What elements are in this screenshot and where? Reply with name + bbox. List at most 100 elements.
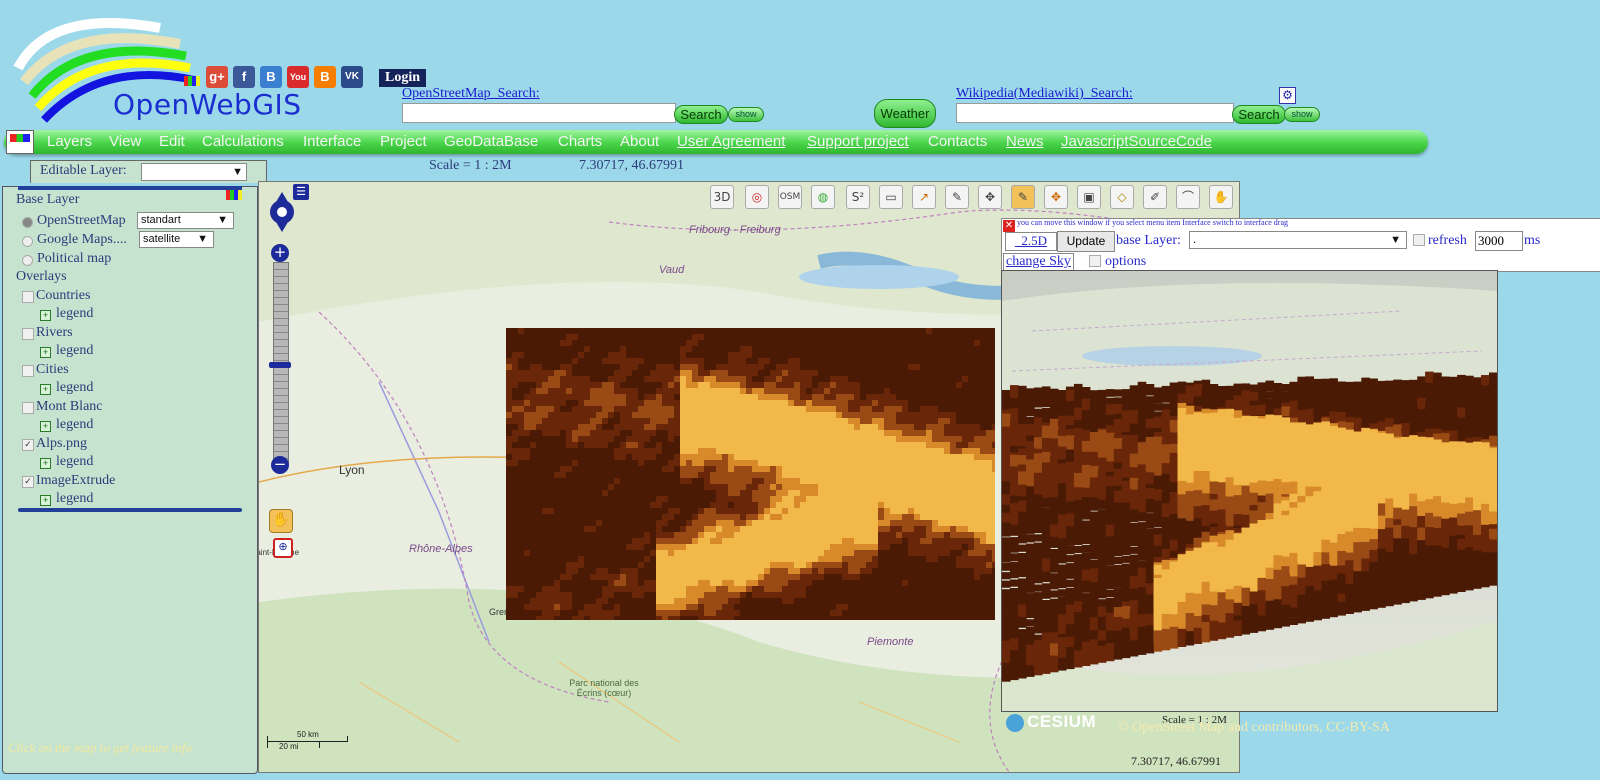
youtube-icon[interactable]: You xyxy=(287,66,309,88)
wiki-show-button[interactable]: show xyxy=(1284,107,1320,122)
cesium-3d-view[interactable] xyxy=(1001,270,1498,712)
measure-area-tool-icon[interactable]: ↗ xyxy=(912,185,936,209)
overlay-montblanc-label[interactable]: Mont Blanc xyxy=(36,399,103,415)
overlay-countries-label[interactable]: Countries xyxy=(36,288,90,304)
vk-icon[interactable]: VK xyxy=(341,66,363,88)
overlay-imageextrude-legend[interactable]: legend xyxy=(56,491,93,507)
expand-plus-icon[interactable]: + xyxy=(40,347,51,358)
overlay-montblanc-legend[interactable]: legend xyxy=(56,417,93,433)
wiki-search-link[interactable]: Wikipedia(Mediawiki)_Search: xyxy=(956,86,1133,102)
menu-logo-icon[interactable] xyxy=(6,130,34,154)
ruler-tool-icon[interactable]: ▭ xyxy=(879,185,903,209)
overlay-countries-checkbox[interactable] xyxy=(22,291,34,303)
login-button[interactable]: Login xyxy=(379,69,427,87)
map-coords: 7.30717, 46.67991 xyxy=(1131,754,1221,768)
zoom-in-button[interactable]: + xyxy=(271,244,289,262)
osm-search-input[interactable] xyxy=(402,103,676,123)
expand-plus-icon[interactable]: + xyxy=(40,421,51,432)
save-tool-icon[interactable]: ▣ xyxy=(1077,185,1101,209)
expand-plus-icon[interactable]: + xyxy=(40,310,51,321)
menu-geodatabase[interactable]: GeoDataBase xyxy=(444,133,538,150)
wiki-search-input[interactable] xyxy=(956,103,1234,123)
expand-plus-icon[interactable]: + xyxy=(40,384,51,395)
base-osm-radio[interactable] xyxy=(22,217,33,228)
move-feature-tool-icon[interactable]: ✥ xyxy=(1044,185,1068,209)
close-icon[interactable]: ✕ xyxy=(1003,220,1015,232)
menu-edit[interactable]: Edit xyxy=(159,133,185,150)
blogger-b-icon[interactable]: B xyxy=(260,66,282,88)
gear-icon[interactable]: ⚙ xyxy=(1279,87,1296,104)
base-political-radio[interactable] xyxy=(22,255,33,266)
overlay-countries-legend[interactable]: legend xyxy=(56,306,93,322)
google-plus-icon[interactable]: g+ xyxy=(206,66,228,88)
menu-user-agreement[interactable]: User Agreement xyxy=(677,133,785,150)
overlay-imageextrude-checkbox[interactable]: ✓ xyxy=(22,476,34,488)
base-osm-select[interactable]: standart ▼ xyxy=(137,212,234,229)
overlay-cities-legend[interactable]: legend xyxy=(56,380,93,396)
overlay-montblanc-checkbox[interactable] xyxy=(22,402,34,414)
select-box-tool-icon[interactable]: ◇ xyxy=(1110,185,1134,209)
base-political-label[interactable]: Political map xyxy=(37,251,111,267)
menu-interface[interactable]: Interface xyxy=(303,133,361,150)
globe-tool-icon[interactable]: ◍ xyxy=(811,185,835,209)
wiki-search-button[interactable]: Search xyxy=(1232,105,1286,124)
scale-bar-km: 50 km xyxy=(297,730,319,739)
refresh-interval-input[interactable]: 3000 xyxy=(1475,231,1523,251)
expand-plus-icon[interactable]: + xyxy=(40,495,51,506)
base-google-radio[interactable] xyxy=(22,236,33,247)
update-button[interactable]: Update xyxy=(1057,231,1115,252)
menu-support-project[interactable]: Support project xyxy=(807,133,909,150)
overlay-cities-checkbox[interactable] xyxy=(22,365,34,377)
options-checkbox[interactable] xyxy=(1089,255,1101,267)
menu-news[interactable]: News xyxy=(1006,133,1044,150)
osm-tool-icon[interactable]: OSM xyxy=(778,185,802,209)
overlay-rivers-legend[interactable]: legend xyxy=(56,343,93,359)
menu-layers[interactable]: Layers xyxy=(47,133,92,150)
draw-polygon-tool-icon[interactable]: ⌒ xyxy=(1176,185,1200,209)
blogger-icon[interactable]: B xyxy=(314,66,336,88)
hand-pan-icon[interactable]: ✋ xyxy=(269,509,293,533)
zoom-slider-handle[interactable] xyxy=(269,362,291,368)
menu-project[interactable]: Project xyxy=(380,133,427,150)
refresh-checkbox[interactable] xyxy=(1413,234,1425,246)
cesium-base-layer-select[interactable]: . ▼ xyxy=(1189,231,1407,249)
menu-about[interactable]: About xyxy=(620,133,659,150)
overlay-rivers-checkbox[interactable] xyxy=(22,328,34,340)
s2-tool-icon[interactable]: S² xyxy=(846,185,870,209)
base-osm-label[interactable]: OpenStreetMap xyxy=(37,213,126,229)
edit-tool-icon[interactable]: ✎ xyxy=(1011,185,1035,209)
base-google-label[interactable]: Google Maps.... xyxy=(37,232,127,248)
panel-color-icon[interactable] xyxy=(226,190,242,200)
map-label-piemonte: Piemonte xyxy=(867,636,914,648)
overlay-imageextrude-label[interactable]: ImageExtrude xyxy=(36,473,115,489)
mode-2-5d-link[interactable]: _2.5D xyxy=(1005,232,1057,251)
draw-line-tool-icon[interactable]: ✎ xyxy=(945,185,969,209)
overlay-rivers-label[interactable]: Rivers xyxy=(36,325,73,341)
zoom-box-icon[interactable]: ⊕ xyxy=(273,538,293,558)
menu-view[interactable]: View xyxy=(109,133,141,150)
view-3d-tool-icon[interactable]: 3D xyxy=(710,185,734,209)
weather-button[interactable]: Weather xyxy=(874,99,936,128)
menu-charts[interactable]: Charts xyxy=(558,133,602,150)
editable-layer-select[interactable]: ▼ xyxy=(141,163,247,181)
osm-show-button[interactable]: show xyxy=(728,107,764,122)
draw-point-tool-icon[interactable]: ✐ xyxy=(1143,185,1167,209)
expand-plus-icon[interactable]: + xyxy=(40,458,51,469)
overlay-alps-checkbox[interactable]: ✓ xyxy=(22,439,34,451)
osm-search-button[interactable]: Search xyxy=(674,105,728,124)
osm-search-link[interactable]: OpenStreetMap_Search: xyxy=(402,86,540,102)
facebook-icon[interactable]: f xyxy=(233,66,255,88)
overlay-cities-label[interactable]: Cities xyxy=(36,362,69,378)
overlay-alps-label[interactable]: Alps.png xyxy=(36,436,87,452)
change-sky-link[interactable]: change Sky xyxy=(1003,253,1074,271)
menu-javascript-source[interactable]: JavascriptSourceCode xyxy=(1061,133,1212,150)
hand-tool-icon[interactable]: ✋ xyxy=(1209,185,1233,209)
layer-switcher-icon[interactable]: ☰ xyxy=(293,184,309,200)
target-tool-icon[interactable]: ◎ xyxy=(745,185,769,209)
pan-move-tool-icon[interactable]: ✥ xyxy=(978,185,1002,209)
overlay-alps-legend[interactable]: legend xyxy=(56,454,93,470)
menu-calculations[interactable]: Calculations xyxy=(202,133,284,150)
zoom-out-button[interactable]: − xyxy=(271,456,289,474)
menu-contacts[interactable]: Contacts xyxy=(928,133,987,150)
base-google-select[interactable]: satellite ▼ xyxy=(139,231,214,248)
